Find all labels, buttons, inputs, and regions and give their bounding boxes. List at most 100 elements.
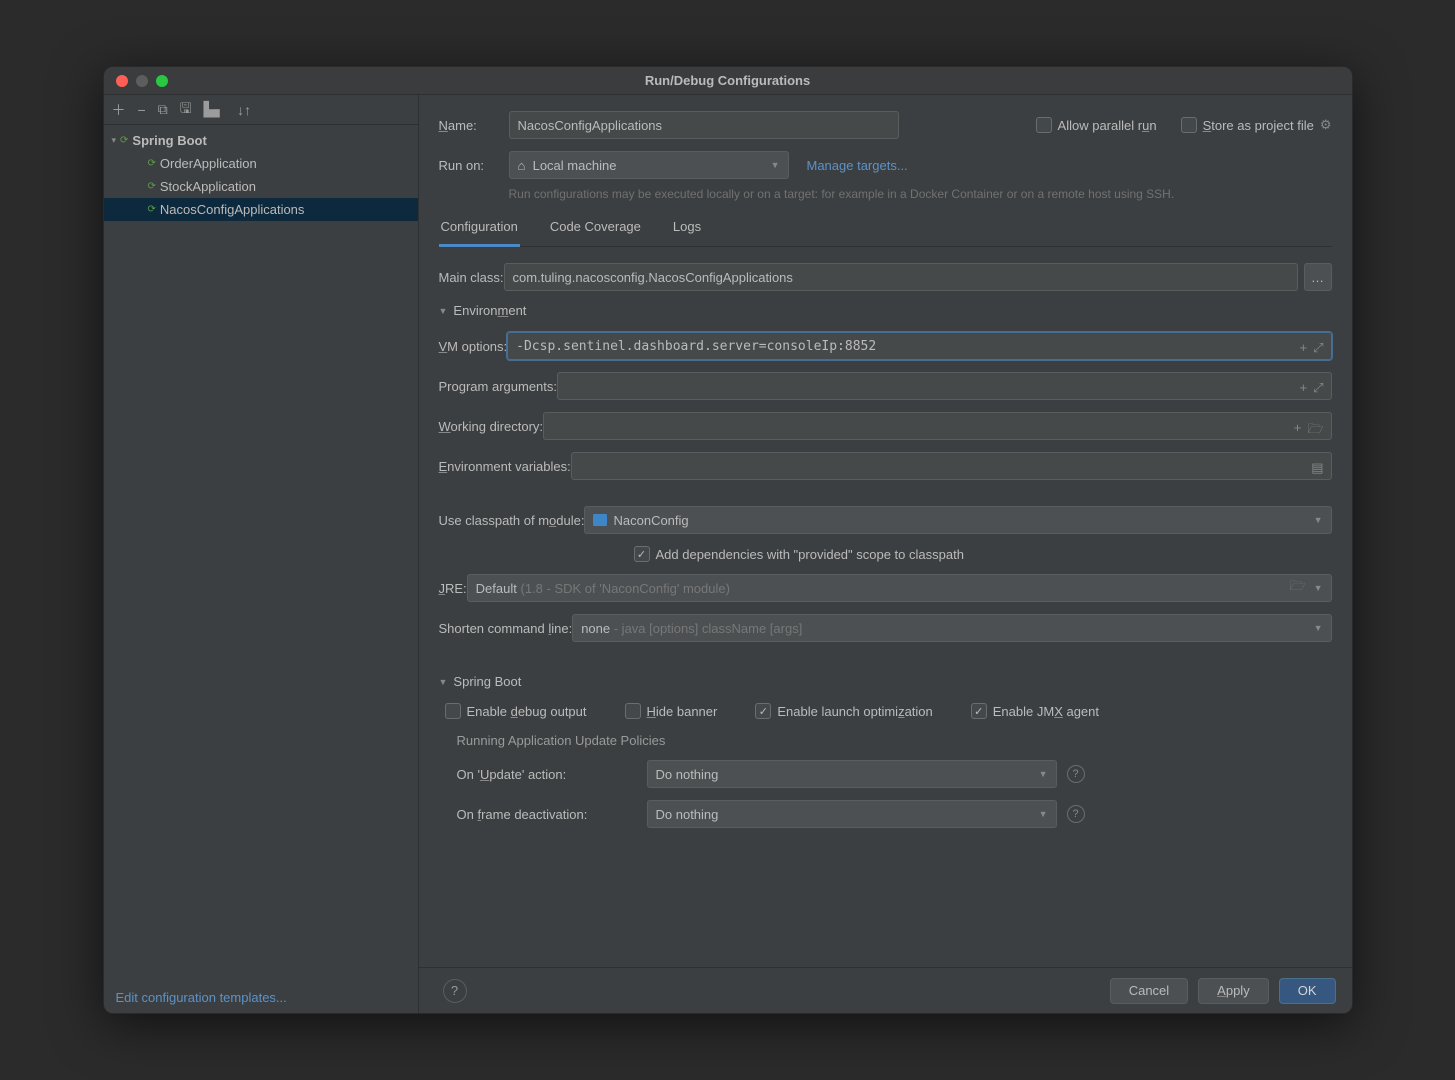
store-project-checkbox[interactable]: Store as project file — [1181, 117, 1314, 133]
browse-main-class-button[interactable]: … — [1304, 263, 1332, 291]
environment-section[interactable]: ▼ Environment — [439, 303, 1332, 318]
help-icon[interactable]: ? — [1067, 805, 1085, 823]
manage-targets-link[interactable]: Manage targets... — [807, 158, 908, 173]
plus-icon[interactable]: + — [1294, 420, 1302, 442]
chevron-down-icon: ▼ — [1039, 809, 1048, 819]
main-class-input[interactable] — [504, 263, 1298, 291]
run-on-dropdown[interactable]: ⌂ Local machine ▼ — [509, 151, 789, 179]
config-tree: ▾ ⟳ Spring Boot ⟳ OrderApplication ⟳ Sto… — [104, 125, 418, 982]
checkbox-icon — [445, 703, 461, 719]
env-vars-input[interactable] — [571, 452, 1332, 480]
remove-icon[interactable]: − — [138, 102, 146, 118]
edit-templates-link[interactable]: Edit configuration templates... — [104, 982, 418, 1013]
list-icon[interactable]: ▤ — [1311, 460, 1323, 476]
classpath-module-dropdown[interactable]: NaconConfig ▼ — [584, 506, 1331, 534]
name-label: Name: — [439, 118, 509, 133]
ok-button[interactable]: OK — [1279, 978, 1336, 1004]
tree-root-spring-boot[interactable]: ▾ ⟳ Spring Boot — [104, 129, 418, 152]
chevron-down-icon: ▼ — [1314, 515, 1323, 525]
cancel-button[interactable]: Cancel — [1110, 978, 1188, 1004]
name-input[interactable] — [509, 111, 899, 139]
folder-icon[interactable]: 🗁 — [1307, 420, 1323, 442]
allow-parallel-checkbox[interactable]: Allow parallel run — [1036, 117, 1157, 133]
spring-icon: ⟳ — [148, 181, 156, 192]
tree-item-nacos[interactable]: ⟳ NacosConfigApplications — [104, 198, 418, 221]
shorten-label: Shorten command line: — [439, 621, 573, 636]
spring-icon: ⟳ — [148, 204, 156, 215]
program-args-label: Program arguments: — [439, 379, 558, 394]
sort-icon[interactable]: ↓↑ — [237, 102, 251, 118]
working-dir-input[interactable] — [543, 412, 1331, 440]
checkbox-icon — [971, 703, 987, 719]
module-icon — [593, 514, 607, 526]
run-on-hint: Run configurations may be executed local… — [509, 185, 1332, 203]
folder-icon[interactable]: 🗁 — [1289, 577, 1305, 599]
launch-opt-checkbox[interactable]: Enable launch optimization — [755, 703, 932, 719]
on-update-label: On 'Update' action: — [457, 767, 647, 782]
gear-icon[interactable]: ⚙ — [1320, 117, 1332, 133]
spring-icon: ⟳ — [120, 135, 128, 146]
folder-icon[interactable]: ▙▖ — [204, 101, 226, 118]
close-icon[interactable] — [116, 75, 128, 87]
plus-icon[interactable]: + — [1300, 380, 1308, 396]
checkbox-icon — [1036, 117, 1052, 133]
plus-icon[interactable]: + — [1300, 340, 1308, 356]
chevron-down-icon: ▼ — [1314, 583, 1323, 593]
run-debug-dialog: Run/Debug Configurations ＋ − ⧉ 🖫 ▙▖ ↓↑ ▾… — [103, 66, 1353, 1014]
apply-button[interactable]: Apply — [1198, 978, 1269, 1004]
host-icon: ⌂ — [518, 158, 526, 173]
expand-icon: ▾ — [112, 135, 117, 146]
tabs: Configuration Code Coverage Logs — [439, 213, 1332, 247]
traffic-lights — [116, 75, 168, 87]
jre-label: JRE: — [439, 581, 467, 596]
window-title: Run/Debug Configurations — [645, 73, 810, 88]
working-dir-label: Working directory: — [439, 419, 544, 434]
titlebar: Run/Debug Configurations — [104, 67, 1352, 95]
hide-banner-checkbox[interactable]: Hide banner — [625, 703, 718, 719]
classpath-label: Use classpath of module: — [439, 513, 585, 528]
jmx-checkbox[interactable]: Enable JMX agent — [971, 703, 1099, 719]
sidebar: ＋ − ⧉ 🖫 ▙▖ ↓↑ ▾ ⟳ Spring Boot ⟳ OrderApp… — [104, 95, 419, 1013]
checkbox-icon — [634, 546, 650, 562]
chevron-down-icon: ▼ — [1039, 769, 1048, 779]
enable-debug-checkbox[interactable]: Enable debug output — [445, 703, 587, 719]
tree-item-order[interactable]: ⟳ OrderApplication — [104, 152, 418, 175]
help-icon[interactable]: ? — [1067, 765, 1085, 783]
on-frame-label: On frame deactivation: — [457, 807, 647, 822]
chevron-down-icon: ▼ — [1314, 623, 1323, 633]
expand-icon[interactable]: ⤢ — [1313, 380, 1323, 396]
tab-configuration[interactable]: Configuration — [439, 213, 520, 247]
maximize-icon[interactable] — [156, 75, 168, 87]
chevron-down-icon: ▼ — [439, 306, 448, 316]
dialog-footer: ? Cancel Apply OK — [419, 967, 1352, 1013]
main-panel: Name: Allow parallel run Store as projec… — [419, 95, 1352, 1013]
chevron-down-icon: ▼ — [771, 160, 780, 170]
spring-icon: ⟳ — [148, 158, 156, 169]
minimize-icon[interactable] — [136, 75, 148, 87]
copy-icon[interactable]: ⧉ — [158, 101, 168, 118]
save-icon[interactable]: 🖫 — [180, 98, 192, 122]
run-on-label: Run on: — [439, 158, 509, 173]
help-button[interactable]: ? — [443, 979, 467, 1003]
chevron-down-icon: ▼ — [439, 677, 448, 687]
expand-icon[interactable]: ⤢ — [1313, 340, 1323, 356]
tree-item-stock[interactable]: ⟳ StockApplication — [104, 175, 418, 198]
env-vars-label: Environment variables: — [439, 459, 571, 474]
policies-header: Running Application Update Policies — [457, 733, 1332, 748]
sidebar-toolbar: ＋ − ⧉ 🖫 ▙▖ ↓↑ — [104, 95, 418, 125]
on-frame-dropdown[interactable]: Do nothing ▼ — [647, 800, 1057, 828]
tab-coverage[interactable]: Code Coverage — [548, 213, 643, 246]
on-update-dropdown[interactable]: Do nothing ▼ — [647, 760, 1057, 788]
shorten-dropdown[interactable]: none - java [options] className [args] ▼ — [572, 614, 1331, 642]
jre-dropdown[interactable]: Default (1.8 - SDK of 'NaconConfig' modu… — [467, 574, 1332, 602]
spring-boot-section[interactable]: ▼ Spring Boot — [439, 674, 1332, 689]
program-args-input[interactable] — [557, 372, 1331, 400]
main-class-label: Main class: — [439, 270, 504, 285]
checkbox-icon — [755, 703, 771, 719]
tab-logs[interactable]: Logs — [671, 213, 703, 246]
add-provided-checkbox[interactable]: Add dependencies with "provided" scope t… — [634, 546, 964, 562]
add-icon[interactable]: ＋ — [112, 100, 126, 120]
checkbox-icon — [625, 703, 641, 719]
vm-options-label: VM options: — [439, 339, 508, 354]
vm-options-input[interactable] — [507, 332, 1331, 360]
